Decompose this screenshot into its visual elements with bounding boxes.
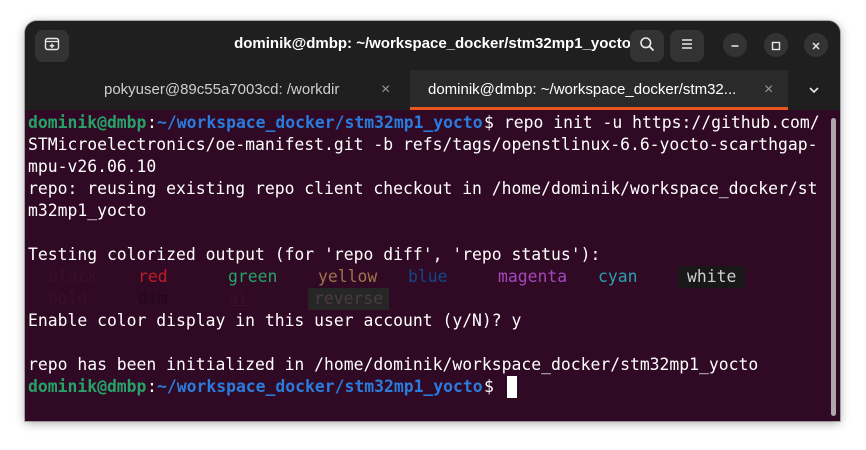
tab-pokyuser[interactable]: pokyuser@89c55a7003cd: /workdir × <box>25 70 410 110</box>
color-sample: reverse <box>308 288 390 310</box>
tab-label: pokyuser@89c55a7003cd: /workdir <box>104 81 340 98</box>
tabs-dropdown-button[interactable] <box>807 82 821 101</box>
prompt-user: dominik@dmbp <box>28 377 147 396</box>
color-sample: dim <box>138 289 168 308</box>
search-button[interactable] <box>630 30 664 62</box>
terminal-line: m32mp1_yocto <box>28 201 147 220</box>
tab-label: dominik@dmbp: ~/workspace_docker/stm32..… <box>428 81 737 98</box>
close-button[interactable] <box>804 33 828 57</box>
minimize-button[interactable] <box>723 33 747 57</box>
window-title: dominik@dmbp: ~/workspace_docker/stm32mp… <box>234 35 631 52</box>
color-sample: yellow <box>318 267 378 286</box>
tab-close-icon[interactable]: × <box>764 81 773 99</box>
menu-button[interactable] <box>670 30 704 62</box>
tab-dominik[interactable]: dominik@dmbp: ~/workspace_docker/stm32..… <box>410 70 788 110</box>
new-tab-button[interactable] <box>35 30 69 62</box>
color-sample: green <box>228 267 278 286</box>
color-sample: blue <box>408 267 448 286</box>
color-test-row: black red green yellow blue magenta cyan… <box>25 266 746 288</box>
color-sample: bold <box>48 289 88 308</box>
color-sample: red <box>138 267 168 286</box>
search-icon <box>639 36 655 56</box>
new-tab-icon <box>44 36 60 56</box>
color-sample: cyan <box>598 267 638 286</box>
command-text: repo init -u https://github.com/ <box>494 113 820 132</box>
prompt-separator: : <box>147 113 157 132</box>
terminal-line: Testing colorized output (for 'repo diff… <box>28 245 601 264</box>
color-sample: white <box>678 266 746 288</box>
text-cursor <box>507 376 517 398</box>
tab-close-icon[interactable]: × <box>381 81 390 99</box>
hamburger-menu-icon <box>679 36 695 56</box>
terminal-window: dominik@dmbp: ~/workspace_docker/stm32mp… <box>25 21 840 421</box>
prompt-path: ~/workspace_docker/stm32mp1_yocto <box>157 113 483 132</box>
terminal-line: mpu-v26.06.10 <box>28 157 157 176</box>
maximize-button[interactable] <box>764 33 788 57</box>
prompt-symbol: $ <box>484 113 494 132</box>
terminal-line: Enable color display in this user accoun… <box>28 311 522 330</box>
maximize-icon <box>771 36 781 55</box>
color-sample: magenta <box>498 267 568 286</box>
prompt-separator: : <box>147 377 157 396</box>
color-sample: ul <box>228 289 248 308</box>
prompt-path: ~/workspace_docker/stm32mp1_yocto <box>157 377 483 396</box>
minimize-icon <box>730 36 740 55</box>
terminal-line: dominik@dmbp : ~/workspace_docker/stm32m… <box>28 112 820 134</box>
tab-bar: pokyuser@89c55a7003cd: /workdir × domini… <box>25 70 840 110</box>
prompt-symbol: $ <box>484 377 494 396</box>
terminal-output[interactable]: dominik@dmbp : ~/workspace_docker/stm32m… <box>25 110 840 421</box>
terminal-line: STMicroelectronics/oe-manifest.git -b re… <box>28 135 818 154</box>
terminal-line: repo: reusing existing repo client check… <box>28 179 818 198</box>
close-icon <box>811 36 821 55</box>
header-bar: dominik@dmbp: ~/workspace_docker/stm32mp… <box>25 21 840 70</box>
color-sample: black <box>48 267 98 286</box>
scrollbar[interactable] <box>831 118 836 416</box>
chevron-down-icon <box>807 82 821 101</box>
terminal-line: dominik@dmbp : ~/workspace_docker/stm32m… <box>28 376 494 398</box>
color-test-row: bold dim ul reverse <box>25 288 390 310</box>
terminal-line: repo has been initialized in /home/domin… <box>28 355 759 374</box>
prompt-user: dominik@dmbp <box>28 113 147 132</box>
